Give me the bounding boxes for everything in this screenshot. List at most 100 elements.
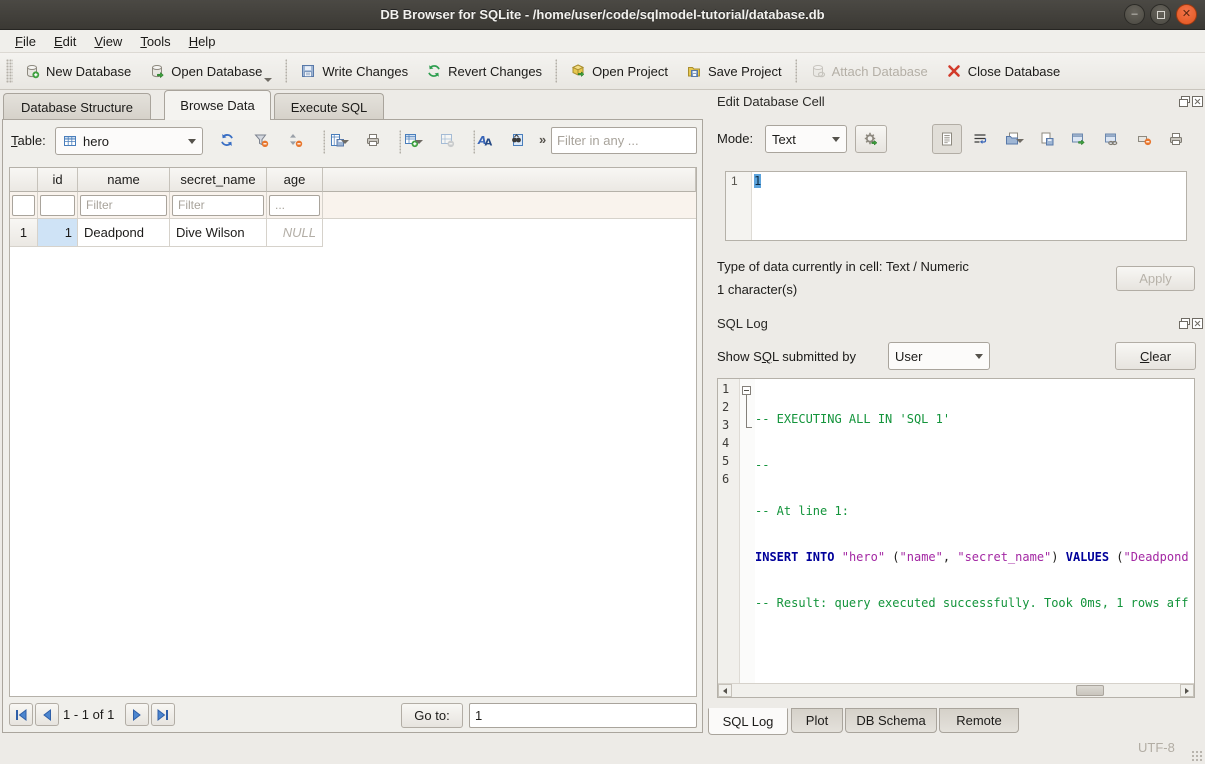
fold-collapse-icon[interactable] <box>742 386 751 395</box>
cell-name[interactable]: Deadpond <box>78 219 170 247</box>
print-cell-button[interactable] <box>1168 131 1184 147</box>
row-number[interactable]: 1 <box>10 219 38 247</box>
float-panel-button[interactable] <box>1178 317 1191 330</box>
dock-tab-db-schema[interactable]: DB Schema <box>845 708 937 733</box>
global-filter-input[interactable] <box>551 127 697 154</box>
clear-sort-button[interactable] <box>287 132 303 148</box>
format-button[interactable]: AA <box>477 132 493 148</box>
encoding-label: UTF-8 <box>1138 740 1175 755</box>
next-page-button[interactable] <box>125 703 149 726</box>
write-changes-button[interactable]: Write Changes <box>291 57 417 86</box>
export-file-icon <box>1039 131 1055 147</box>
sql-log-view[interactable]: 1 2 3 4 5 6 -- EXECUTING ALL IN 'SQL 1' … <box>717 378 1195 698</box>
close-panel-button[interactable] <box>1191 317 1204 330</box>
close-panel-button[interactable] <box>1191 95 1204 108</box>
filter-input-corner[interactable] <box>12 195 35 216</box>
tab-browse-data[interactable]: Browse Data <box>164 90 271 120</box>
scroll-thumb[interactable] <box>1076 685 1104 696</box>
new-database-button[interactable]: New Database <box>15 57 140 86</box>
first-page-button[interactable] <box>9 703 33 726</box>
tab-database-structure[interactable]: Database Structure <box>3 93 151 120</box>
column-header-secret-name[interactable]: secret_name <box>170 168 267 192</box>
previous-page-icon <box>39 707 55 723</box>
log-code: -- EXECUTING ALL IN 'SQL 1' -- -- At lin… <box>755 379 1194 683</box>
open-external-button[interactable] <box>1070 131 1086 147</box>
close-button[interactable]: ✕ <box>1176 4 1197 25</box>
goto-button[interactable]: Go to: <box>401 703 463 728</box>
link-icon <box>1103 131 1119 147</box>
revert-changes-button[interactable]: Revert Changes <box>417 57 551 86</box>
tab-execute-sql[interactable]: Execute SQL <box>274 93 384 120</box>
open-database-button[interactable]: Open Database <box>140 57 281 86</box>
float-icon <box>1178 96 1191 111</box>
clear-sort-icon <box>287 132 303 148</box>
close-database-label: Close Database <box>968 64 1061 79</box>
open-database-icon <box>149 63 165 79</box>
refresh-button[interactable] <box>219 132 235 148</box>
maximize-button[interactable] <box>1150 4 1171 25</box>
menu-file[interactable]: File <box>6 31 45 52</box>
dock-tab-remote[interactable]: Remote <box>939 708 1019 733</box>
print-table-button[interactable] <box>365 132 381 148</box>
toolbar-overflow-chevron[interactable]: » <box>539 132 546 147</box>
filter-input-age[interactable] <box>269 195 320 216</box>
find-button[interactable] <box>509 132 525 148</box>
import-text-button[interactable] <box>1004 131 1024 147</box>
filter-input-id[interactable] <box>40 195 75 216</box>
close-database-icon <box>946 63 962 79</box>
new-database-label: New Database <box>46 64 131 79</box>
column-header-age[interactable]: age <box>267 168 323 192</box>
set-null-button[interactable] <box>1136 131 1152 147</box>
cell-age[interactable]: NULL <box>267 219 323 247</box>
filter-input-name[interactable] <box>80 195 167 216</box>
export-table-button[interactable] <box>329 132 349 148</box>
open-project-icon <box>570 63 586 79</box>
float-panel-button[interactable] <box>1178 95 1191 108</box>
table-select[interactable]: hero <box>55 127 203 155</box>
toolbar-handle[interactable] <box>6 59 13 83</box>
grid-header-row: id name secret_name age <box>10 168 696 192</box>
cell-editor[interactable]: 1 1 <box>725 171 1187 241</box>
dock-tab-sql-log[interactable]: SQL Log <box>708 708 788 735</box>
cell-secret-name[interactable]: Dive Wilson <box>170 219 267 247</box>
table-icon <box>62 133 78 149</box>
open-project-button[interactable]: Open Project <box>561 57 677 86</box>
resize-grip[interactable] <box>1191 750 1203 762</box>
clear-filter-button[interactable] <box>253 132 269 148</box>
chevron-down-icon <box>188 139 196 144</box>
mode-label: Mode: <box>717 131 753 146</box>
save-project-button[interactable]: Save Project <box>677 57 791 86</box>
export-text-button[interactable] <box>1039 131 1055 147</box>
scroll-left-button[interactable] <box>718 684 732 697</box>
column-header-id[interactable]: id <box>38 168 78 192</box>
fold-margin[interactable] <box>740 379 755 683</box>
cell-editor-content: 1 <box>754 174 761 188</box>
clear-log-button[interactable]: Clear <box>1115 342 1196 370</box>
filter-input-secret-name[interactable] <box>172 195 264 216</box>
browse-data-pane: Table: hero AA » id name secret_name <box>2 119 703 733</box>
dock-tab-plot[interactable]: Plot <box>791 708 843 733</box>
goto-input[interactable] <box>469 703 697 728</box>
show-sql-label: Show SQL submitted by <box>717 349 856 364</box>
cell-id[interactable]: 1 <box>38 219 78 247</box>
horizontal-scrollbar[interactable] <box>718 683 1194 697</box>
menu-edit[interactable]: Edit <box>45 31 85 52</box>
word-wrap-button[interactable] <box>972 131 988 147</box>
mode-select[interactable]: Text <box>765 125 847 153</box>
submitter-select[interactable]: User <box>888 342 990 370</box>
close-database-button[interactable]: Close Database <box>937 57 1070 86</box>
menu-tools[interactable]: Tools <box>131 31 179 52</box>
copy-link-button[interactable] <box>1103 131 1119 147</box>
menu-help[interactable]: Help <box>180 31 225 52</box>
title-bar[interactable]: DB Browser for SQLite - /home/user/code/… <box>0 0 1205 30</box>
last-page-button[interactable] <box>151 703 175 726</box>
auto-switch-mode-button[interactable] <box>855 125 887 153</box>
minimize-button[interactable]: – <box>1124 4 1145 25</box>
text-mode-button[interactable] <box>932 124 962 154</box>
previous-page-button[interactable] <box>35 703 59 726</box>
new-record-button[interactable] <box>403 132 423 148</box>
column-header-name[interactable]: name <box>78 168 170 192</box>
menu-view[interactable]: View <box>85 31 131 52</box>
scroll-right-button[interactable] <box>1180 684 1194 697</box>
toolbar-separator <box>795 59 797 83</box>
